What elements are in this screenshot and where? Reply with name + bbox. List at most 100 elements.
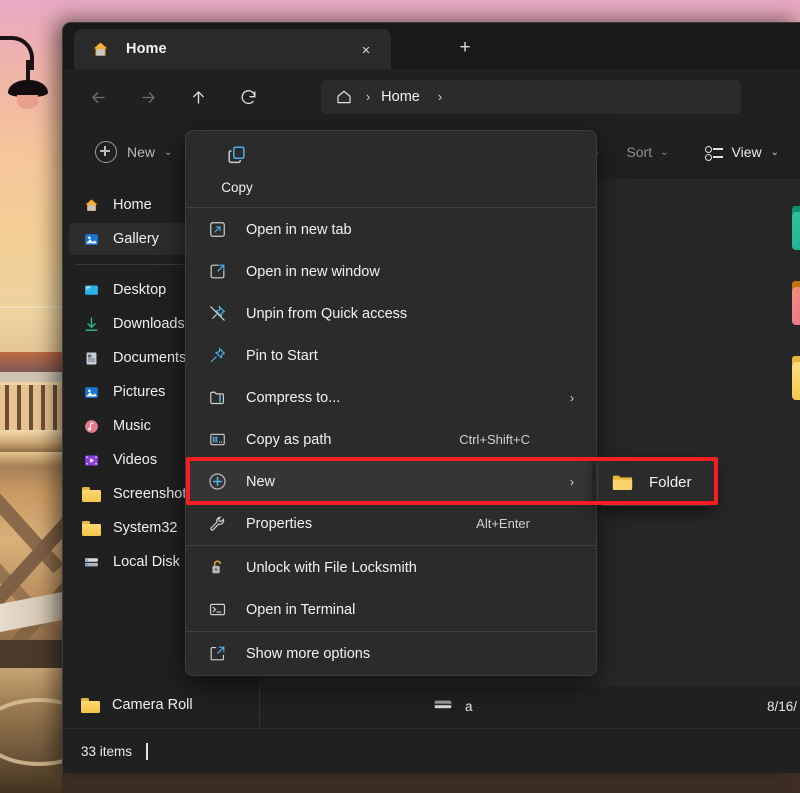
unpin-icon xyxy=(206,303,228,325)
menu-item-open-in-new-tab[interactable]: Open in new tab xyxy=(190,209,592,250)
view-button[interactable]: View ⌄ xyxy=(695,136,789,168)
plus-circle-icon xyxy=(206,471,228,493)
sidebar-item-label: Videos xyxy=(113,452,157,468)
copy-label: Copy xyxy=(221,180,253,195)
forward-button[interactable] xyxy=(131,82,165,112)
home-icon xyxy=(90,39,110,59)
breadcrumb-home[interactable]: Home xyxy=(381,89,420,105)
show-more-icon xyxy=(206,643,228,665)
menu-divider xyxy=(186,207,596,208)
drive-list-item[interactable]: a xyxy=(433,697,473,716)
folder-icon xyxy=(81,484,101,504)
menu-item-label: Properties xyxy=(246,516,312,532)
railing-top xyxy=(0,372,62,382)
menu-item-compress-to[interactable]: Compress to... › xyxy=(190,377,592,418)
plus-circle-icon xyxy=(95,141,117,163)
view-button-label: View xyxy=(732,144,762,160)
music-folder-icon xyxy=(792,287,800,325)
tab-strip: Home × + xyxy=(63,23,800,69)
sidebar-item-label: Documents xyxy=(113,350,186,366)
up-button[interactable] xyxy=(181,82,215,112)
menu-item-label: Open in new window xyxy=(246,264,380,280)
open-new-window-icon xyxy=(206,261,228,283)
copy-button[interactable]: Copy xyxy=(208,139,266,199)
unlock-icon xyxy=(206,557,228,579)
menu-item-open-in-terminal[interactable]: Open in Terminal xyxy=(190,589,592,630)
new-tab-button[interactable]: + xyxy=(451,35,479,61)
sidebar-item-label: Downloads xyxy=(113,316,185,332)
address-bar[interactable]: › Home › xyxy=(321,80,741,114)
cornice xyxy=(0,452,62,466)
documents-icon xyxy=(81,348,101,368)
sea-band xyxy=(0,352,62,372)
desktop-icon xyxy=(81,280,101,300)
menu-item-pin-to-start[interactable]: Pin to Start xyxy=(190,335,592,376)
drive-label: a xyxy=(465,699,473,714)
chevron-right-icon[interactable]: › xyxy=(438,90,442,104)
menu-item-label: Compress to... xyxy=(246,390,340,406)
details-row: Camera Roll a 8/16/ xyxy=(63,687,800,729)
menu-divider xyxy=(186,545,596,546)
menu-item-shortcut: Alt+Enter xyxy=(476,516,530,531)
chevron-right-icon[interactable]: › xyxy=(366,90,370,104)
balustrade xyxy=(0,382,62,435)
sidebar-item-label: Camera Roll xyxy=(112,697,193,713)
horizon-line xyxy=(0,306,62,308)
submenu-item-folder[interactable]: Folder xyxy=(649,474,692,491)
menu-item-label: Unpin from Quick access xyxy=(246,306,407,322)
menu-item-label: Open in Terminal xyxy=(246,602,355,618)
menu-item-label: Open in new tab xyxy=(246,222,352,238)
download-folder-icon xyxy=(792,212,800,250)
close-icon[interactable]: × xyxy=(355,39,377,61)
pin-icon xyxy=(206,345,228,367)
plain-folder-tile[interactable] xyxy=(792,356,800,400)
sort-button[interactable]: Sort ⌄ xyxy=(616,136,678,168)
view-list-icon xyxy=(705,145,723,159)
lamp-post xyxy=(26,60,30,82)
sort-button-label: Sort xyxy=(626,144,652,160)
menu-item-unlock-with-file-locksmith[interactable]: Unlock with File Locksmith xyxy=(190,547,592,588)
sidebar-item-label: Gallery xyxy=(113,231,159,247)
downloads-folder-tile[interactable] xyxy=(792,206,800,250)
folder-icon xyxy=(81,698,100,713)
sidebar-item-label: Desktop xyxy=(113,282,166,298)
home-outline-icon[interactable] xyxy=(335,88,353,106)
status-bar: 33 items xyxy=(63,728,800,773)
menu-item-open-in-new-window[interactable]: Open in new window xyxy=(190,251,592,292)
compress-icon xyxy=(206,387,228,409)
menu-item-shortcut: Ctrl+Shift+C xyxy=(459,432,530,447)
sidebar-item-label: Music xyxy=(113,418,151,434)
folder-icon xyxy=(81,518,101,538)
context-menu-toolbar: Copy xyxy=(186,131,596,207)
menu-divider xyxy=(186,631,596,632)
tab-home[interactable]: Home × xyxy=(74,29,391,69)
menu-item-properties[interactable]: Properties Alt+Enter xyxy=(190,503,592,544)
command-bar-right: Sort ⌄ View ⌄ xyxy=(616,136,789,168)
sidebar-item-label: Pictures xyxy=(113,384,165,400)
new-button[interactable]: New ⌄ xyxy=(85,136,182,168)
menu-item-label: Pin to Start xyxy=(246,348,318,364)
refresh-button[interactable] xyxy=(231,82,265,112)
menu-item-new[interactable]: New › xyxy=(190,461,592,502)
terminal-icon xyxy=(206,599,228,621)
folder-icon xyxy=(612,474,633,491)
ledge xyxy=(0,430,62,454)
home-icon xyxy=(81,195,101,215)
disk-icon xyxy=(81,552,101,572)
videos-icon xyxy=(81,450,101,470)
pane-divider xyxy=(259,687,260,729)
menu-item-show-more-options[interactable]: Show more options xyxy=(190,633,592,674)
menu-item-unpin-from-quick-access[interactable]: Unpin from Quick access xyxy=(190,293,592,334)
music-folder-tile[interactable] xyxy=(792,281,800,325)
drive-icon xyxy=(433,697,453,716)
sidebar-item-label: Local Disk xyxy=(113,554,180,570)
pictures-icon xyxy=(81,382,101,402)
item-count-label: 33 items xyxy=(81,744,132,759)
menu-item-copy-as-path[interactable]: Copy as path Ctrl+Shift+C xyxy=(190,419,592,460)
date-modified: 8/16/ xyxy=(767,699,797,714)
gallery-icon xyxy=(81,229,101,249)
back-button[interactable] xyxy=(81,82,115,112)
navigation-bar: › Home › xyxy=(63,69,800,125)
sidebar-item-camera-roll[interactable]: Camera Roll xyxy=(81,697,193,713)
lower-rail xyxy=(0,640,62,670)
